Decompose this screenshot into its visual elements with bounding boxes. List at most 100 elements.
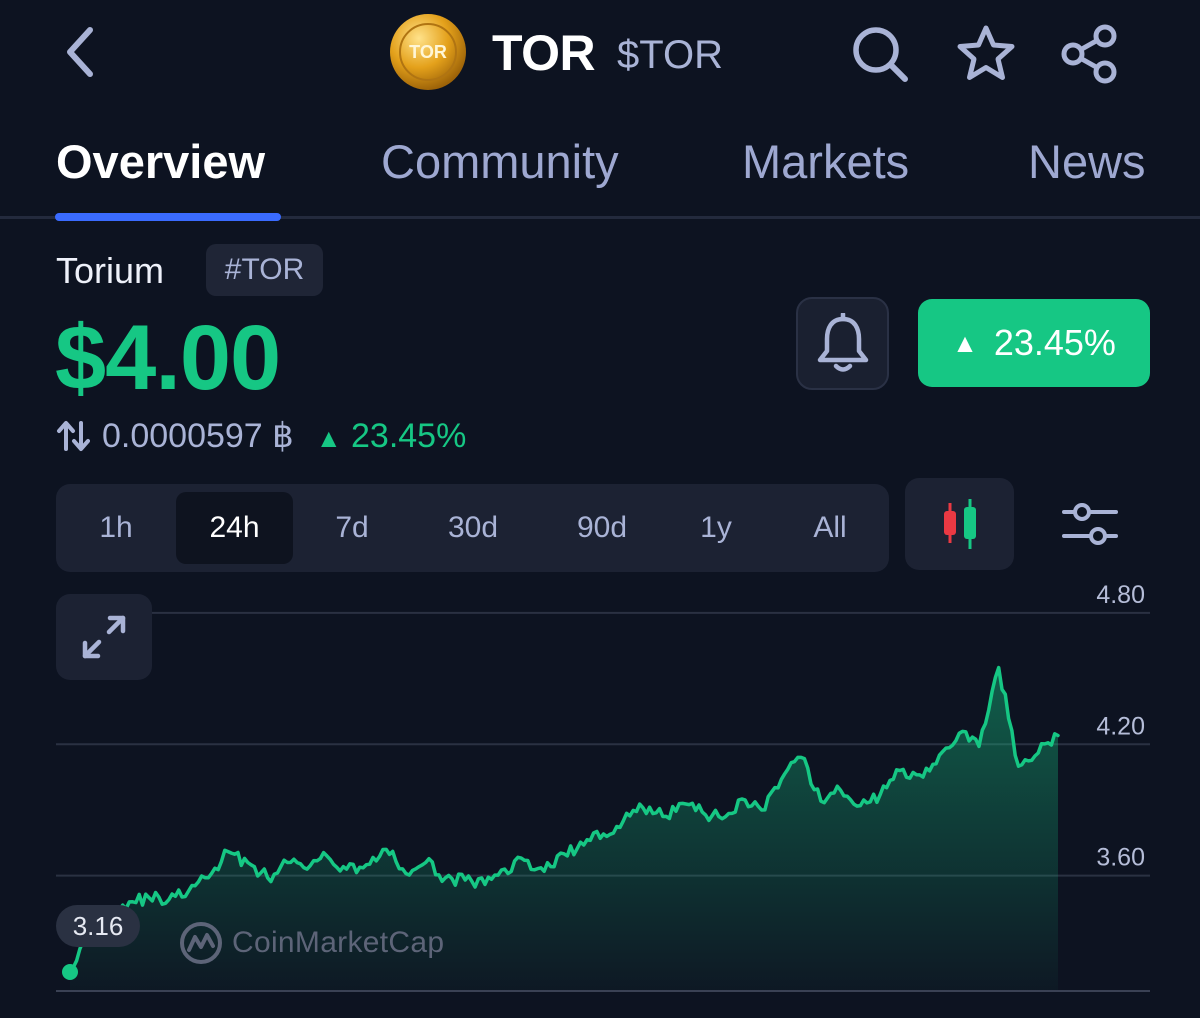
tab-markets[interactable]: Markets [742, 134, 909, 189]
chart-point [620, 818, 626, 824]
btc-change: ▲ 23.45% [316, 417, 467, 456]
chart-point [304, 866, 310, 872]
chart-point [640, 805, 646, 811]
chart-start-marker [62, 964, 78, 981]
chart-point [324, 853, 330, 859]
chart-point [502, 866, 508, 872]
chart-point [719, 816, 725, 822]
coin-logo-text: TOR [409, 42, 447, 62]
y-tick-label: 3.60 [1096, 844, 1145, 872]
price-value: $4.00 [55, 307, 281, 409]
range-90d[interactable]: 90d [549, 492, 655, 564]
btc-price-row: 0.0000597 ฿ ▲ 23.45% [56, 414, 466, 458]
coinmarketcap-logo-icon [180, 922, 222, 964]
chart-type-button[interactable] [905, 478, 1014, 570]
candlestick-icon [943, 499, 976, 549]
chart-point [284, 860, 290, 866]
range-all[interactable]: All [784, 492, 876, 564]
coin-symbol: TOR [492, 25, 596, 81]
chart-point [561, 851, 567, 857]
chart-start-value-label: 3.16 [56, 905, 140, 947]
share-button[interactable] [1058, 22, 1122, 86]
chart-point [897, 768, 903, 774]
chart-point [1015, 763, 1021, 769]
chart-point [739, 796, 745, 802]
chart-point [778, 776, 784, 782]
chevron-left-icon [67, 27, 93, 77]
coin-tag-badge[interactable]: #TOR [206, 244, 323, 296]
sliders-icon [1062, 503, 1118, 545]
coin-logo: TOR [388, 12, 468, 92]
back-button[interactable] [50, 22, 110, 82]
chart-point [205, 875, 211, 881]
chart-watermark: CoinMarketCap [178, 918, 444, 968]
bell-icon [817, 312, 868, 372]
chart-point [423, 860, 429, 866]
chart-point [680, 800, 686, 806]
range-1h[interactable]: 1h [70, 492, 162, 564]
coin-ticker: $TOR [617, 33, 723, 77]
price-alert-button[interactable] [796, 297, 889, 390]
chart-point [126, 899, 132, 905]
search-button[interactable] [848, 22, 912, 86]
chart-point [541, 868, 547, 874]
chart-point [996, 665, 1002, 671]
btc-change-value: 23.45% [351, 416, 467, 455]
coin-name: Torium [56, 250, 165, 291]
chart-point [1035, 750, 1041, 756]
chart-point [857, 803, 863, 809]
price-change-value: 23.45% [993, 322, 1116, 363]
chart-point [581, 842, 587, 848]
expand-chart-button[interactable] [56, 594, 152, 680]
y-tick-label: 4.20 [1096, 712, 1145, 740]
y-tick-label: 4.80 [1096, 581, 1145, 609]
chart-point [660, 814, 666, 820]
swap-arrows-icon[interactable] [56, 419, 90, 453]
tab-active-indicator [55, 213, 281, 221]
chart-point [976, 743, 982, 749]
chart-point [482, 881, 488, 887]
range-24h[interactable]: 24h [176, 492, 293, 564]
chart-point [818, 798, 824, 804]
chart-settings-button[interactable] [1052, 486, 1128, 562]
chart-point [759, 807, 765, 813]
chart-point [225, 849, 231, 855]
tab-overview[interactable]: Overview [56, 134, 265, 189]
range-1y[interactable]: 1y [672, 492, 760, 564]
triangle-up-icon: ▲ [315, 422, 342, 453]
chart-point [363, 862, 369, 868]
chart-point [186, 888, 192, 894]
star-icon [957, 25, 1015, 80]
chart-point [245, 860, 251, 866]
chart-point [936, 752, 942, 758]
chart-point [917, 772, 923, 778]
chart-point [462, 877, 468, 883]
btc-price-value: 0.0000597 ฿ [102, 417, 294, 455]
range-7d[interactable]: 7d [306, 492, 398, 564]
search-icon [853, 27, 908, 82]
chart-point [403, 870, 409, 876]
chart-point [344, 866, 350, 872]
triangle-up-icon: ▲ [952, 327, 978, 358]
range-30d[interactable]: 30d [420, 492, 526, 564]
price-change-badge: ▲ 23.45% [918, 299, 1150, 387]
tab-news[interactable]: News [1028, 134, 1146, 189]
tab-community[interactable]: Community [381, 134, 619, 189]
chart-point [699, 809, 705, 815]
chart-point [521, 857, 527, 863]
chart-point [166, 897, 172, 903]
chart-point [1055, 732, 1061, 738]
expand-icon [82, 615, 126, 659]
chart-point [146, 895, 152, 901]
chart-point [601, 831, 607, 837]
chart-point [383, 846, 389, 852]
chart-point [838, 787, 844, 793]
watermark-text: CoinMarketCap [232, 926, 445, 959]
chart-point [442, 875, 448, 881]
chart-point [956, 730, 962, 736]
chart-point [877, 792, 883, 798]
favorite-button[interactable] [954, 22, 1018, 86]
chart-point [798, 754, 804, 760]
chart-point [265, 875, 271, 881]
share-icon [1061, 24, 1117, 84]
